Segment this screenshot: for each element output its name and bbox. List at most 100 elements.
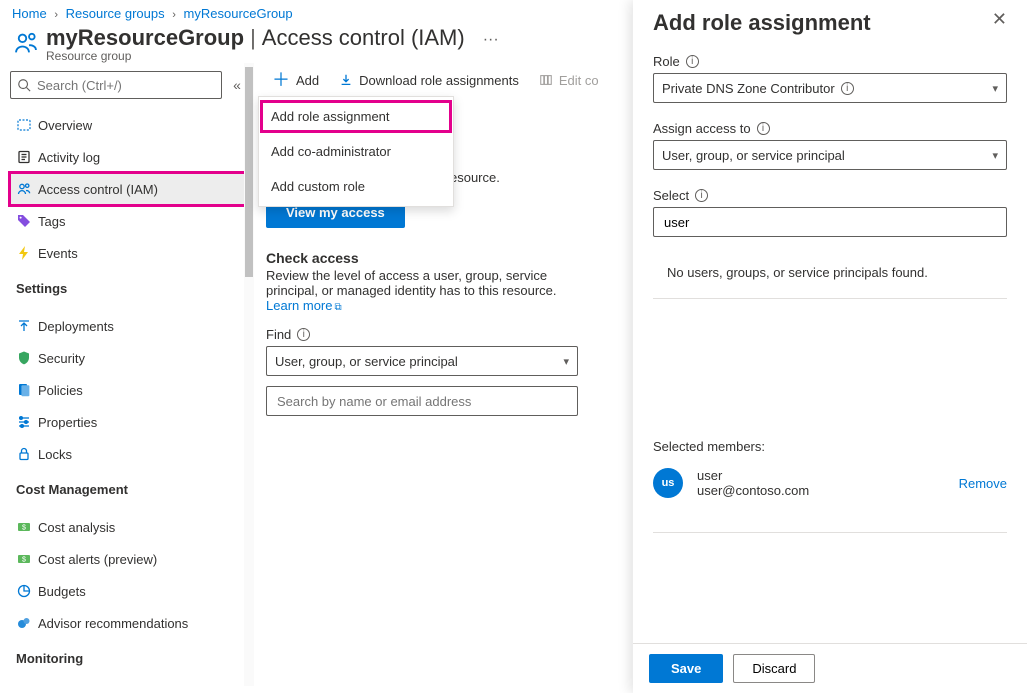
sidebar-item-access-control-iam-[interactable]: Access control (IAM) (10, 173, 252, 205)
sidebar-item-label: Tags (38, 214, 65, 229)
log-icon (16, 149, 38, 165)
breadcrumb-current[interactable]: myResourceGroup (184, 6, 293, 21)
panel-title: Add role assignment (653, 10, 871, 36)
sidebar-item-security[interactable]: Security (10, 342, 252, 374)
sidebar-item-deployments[interactable]: Deployments (10, 310, 252, 342)
breadcrumb-rg[interactable]: Resource groups (66, 6, 165, 21)
find-type-select[interactable]: User, group, or service principal ▾ (266, 346, 578, 376)
shield-icon (16, 350, 38, 366)
blade-name: Access control (IAM) (262, 25, 465, 51)
alert-icon: $ (16, 551, 38, 567)
member-name: user (697, 468, 809, 483)
remove-member-button[interactable]: Remove (959, 476, 1007, 491)
sidebar-item-locks[interactable]: Locks (10, 438, 252, 470)
chevron-down-icon: ▾ (992, 149, 998, 162)
info-icon[interactable]: i (841, 82, 854, 95)
sidebar-item-label: Cost analysis (38, 520, 115, 535)
assign-access-select[interactable]: User, group, or service principal ▾ (653, 140, 1007, 170)
save-button[interactable]: Save (649, 654, 723, 683)
sidebar-item-cost-analysis[interactable]: $ Cost analysis (10, 511, 252, 543)
add-menu-item-add-custom-role[interactable]: Add custom role (259, 169, 453, 204)
find-search-input-wrap[interactable] (266, 386, 578, 416)
add-label: Add (296, 73, 319, 88)
svg-text:$: $ (22, 525, 26, 532)
download-role-assignments-button[interactable]: Download role assignments (339, 73, 519, 88)
close-panel-button[interactable]: ✕ (992, 10, 1007, 28)
role-label: Role (653, 54, 680, 69)
sidebar: « OverviewActivity logAccess control (IA… (0, 63, 252, 686)
role-value: Private DNS Zone Contributor (662, 81, 835, 96)
more-actions-button[interactable]: ··· (483, 25, 499, 49)
panel-footer: Save Discard (633, 643, 1027, 693)
section-monitoring: Monitoring (10, 639, 252, 670)
chevron-right-icon: › (168, 9, 180, 21)
sidebar-item-label: Access control (IAM) (38, 182, 158, 197)
sidebar-item-label: Advisor recommendations (38, 616, 188, 631)
sidebar-item-budgets[interactable]: Budgets (10, 575, 252, 607)
section-cost: Cost Management (10, 470, 252, 501)
info-icon[interactable]: i (686, 55, 699, 68)
sidebar-item-policies[interactable]: Policies (10, 374, 252, 406)
sidebar-item-label: Budgets (38, 584, 86, 599)
sidebar-item-label: Overview (38, 118, 92, 133)
assign-access-label: Assign access to (653, 121, 751, 136)
chevron-down-icon: ▾ (563, 355, 569, 368)
check-access-desc: Review the level of access a user, group… (266, 268, 578, 313)
sidebar-item-properties[interactable]: Properties (10, 406, 252, 438)
sidebar-item-activity-log[interactable]: Activity log (10, 141, 252, 173)
info-icon[interactable]: i (695, 189, 708, 202)
find-search-input[interactable] (275, 393, 569, 410)
add-menu-item-add-role-assignment[interactable]: Add role assignment (259, 99, 453, 134)
learn-more-link[interactable]: Learn more⧉ (266, 298, 342, 313)
search-icon (17, 78, 31, 92)
sidebar-item-label: Deployments (38, 319, 114, 334)
download-icon (339, 73, 353, 87)
sidebar-search-input[interactable] (35, 77, 215, 94)
page-title: myResourceGroup | Access control (IAM) (46, 25, 465, 51)
info-icon[interactable]: i (757, 122, 770, 135)
add-role-assignment-panel: Add role assignment ✕ Role i Private DNS… (633, 0, 1027, 693)
avatar: us (653, 468, 683, 498)
sidebar-item-advisor-recommendations[interactable]: Advisor recommendations (10, 607, 252, 639)
resource-name: myResourceGroup (46, 25, 244, 51)
select-search-wrap[interactable] (653, 207, 1007, 237)
sidebar-item-label: Properties (38, 415, 97, 430)
sidebar-item-label: Locks (38, 447, 72, 462)
selected-member-row: us user user@contoso.com Remove (653, 468, 1007, 514)
sidebar-item-label: Activity log (38, 150, 100, 165)
add-menu: Add role assignmentAdd co-administratorA… (258, 96, 454, 207)
lock-icon (16, 446, 38, 462)
advisor-icon (16, 615, 38, 631)
people-icon (12, 29, 40, 57)
sidebar-item-tags[interactable]: Tags (10, 205, 252, 237)
selected-members-title: Selected members: (653, 439, 1007, 454)
sidebar-item-events[interactable]: Events (10, 237, 252, 269)
sidebar-item-label: Events (38, 246, 78, 261)
sidebar-search[interactable] (10, 71, 222, 99)
member-email: user@contoso.com (697, 483, 809, 498)
columns-icon (539, 73, 553, 87)
bolt-icon (16, 245, 38, 261)
download-label: Download role assignments (359, 73, 519, 88)
assign-access-value: User, group, or service principal (662, 148, 845, 163)
role-select[interactable]: Private DNS Zone Contributor i ▾ (653, 73, 1007, 103)
info-icon[interactable]: i (297, 328, 310, 341)
sidebar-item-label: Cost alerts (preview) (38, 552, 157, 567)
sidebar-item-overview[interactable]: Overview (10, 109, 252, 141)
discard-button[interactable]: Discard (733, 654, 815, 683)
add-button[interactable]: ＋ Add (272, 71, 319, 89)
resource-group-icon (16, 117, 38, 133)
divider (653, 298, 1007, 299)
add-menu-item-add-co-administrator[interactable]: Add co-administrator (259, 134, 453, 169)
external-link-icon: ⧉ (334, 302, 341, 313)
cost-icon: $ (16, 519, 38, 535)
find-type-value: User, group, or service principal (275, 354, 458, 369)
no-results-message: No users, groups, or service principals … (653, 265, 1007, 280)
edit-columns-button[interactable]: Edit co (539, 73, 599, 88)
tag-icon (16, 213, 38, 229)
breadcrumb-home[interactable]: Home (12, 6, 47, 21)
select-search-input[interactable] (662, 214, 998, 231)
sidebar-item-label: Security (38, 351, 85, 366)
sidebar-item-cost-alerts-preview-[interactable]: $Cost alerts (preview) (10, 543, 252, 575)
plus-icon: ＋ (272, 71, 290, 89)
